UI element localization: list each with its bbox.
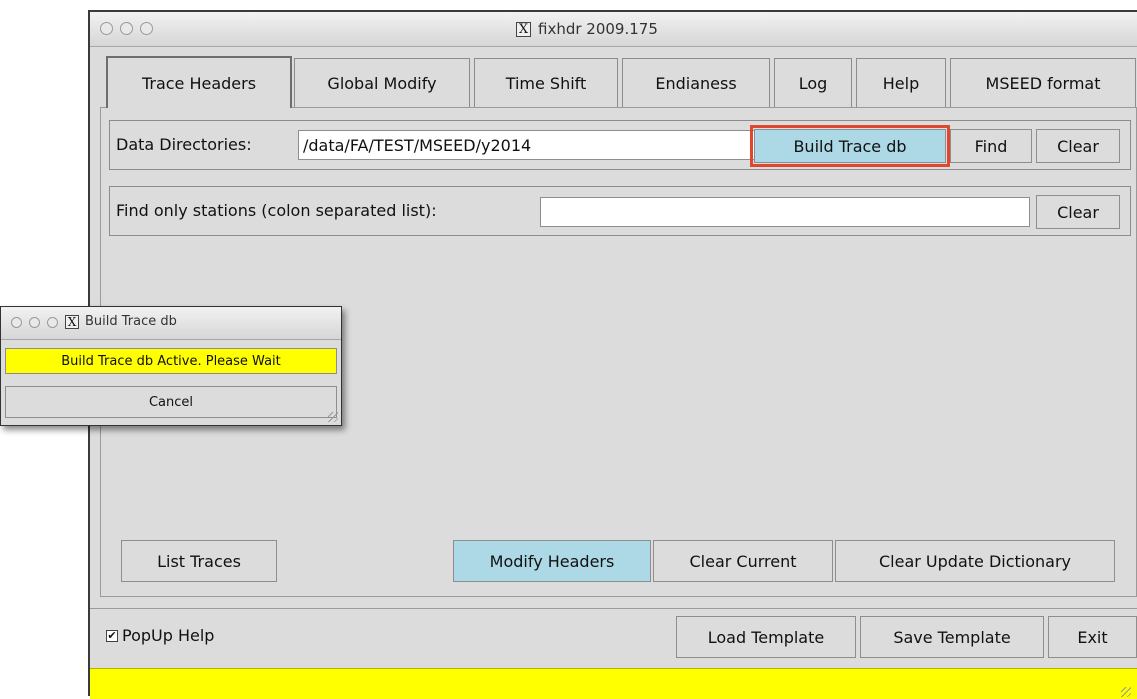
tab-label: Global Modify [327, 74, 437, 93]
dialog-minimize-button[interactable] [29, 317, 40, 328]
dialog-resize-grip-icon[interactable] [328, 412, 338, 422]
tab-endianess[interactable]: Endianess [622, 58, 770, 108]
tab-label: Endianess [655, 74, 737, 93]
minimize-window-button[interactable] [120, 22, 133, 35]
tab-label: Trace Headers [141, 73, 257, 93]
dialog-cancel-label: Cancel [148, 394, 194, 410]
clear-stations-button[interactable]: Clear [1036, 195, 1120, 229]
save-template-label: Save Template [893, 627, 1011, 647]
find-label: Find [974, 136, 1008, 156]
data-directories-input[interactable]: /data/FA/TEST/MSEED/y2014 [298, 130, 760, 160]
tab-global-modify[interactable]: Global Modify [294, 58, 470, 108]
list-traces-label: List Traces [157, 551, 241, 571]
tab-time-shift[interactable]: Time Shift [474, 58, 618, 108]
zoom-window-button[interactable] [140, 22, 153, 35]
clear-label: Clear [1057, 202, 1099, 222]
stations-row: Find only stations (colon separated list… [109, 186, 1131, 236]
dialog-title-bar: X Build Trace db [1, 307, 341, 340]
window-title: fixhdr 2009.175 [538, 20, 658, 38]
popup-help-label: PopUp Help [122, 626, 215, 645]
close-window-button[interactable] [100, 22, 113, 35]
exit-label: Exit [1077, 627, 1108, 647]
dialog-close-button[interactable] [11, 317, 22, 328]
x11-icon: X [65, 315, 79, 329]
clear-update-dictionary-button[interactable]: Clear Update Dictionary [835, 540, 1115, 582]
build-trace-db-button[interactable]: Build Trace db [754, 129, 946, 163]
tab-trace-headers[interactable]: Trace Headers [106, 56, 292, 108]
tab-label: Help [882, 74, 920, 93]
modify-headers-button[interactable]: Modify Headers [453, 540, 651, 582]
build-trace-db-dialog: X Build Trace db Build Trace db Active. … [0, 306, 342, 426]
clear-update-dictionary-label: Clear Update Dictionary [878, 551, 1072, 571]
title-bar: X fixhdr 2009.175 [90, 12, 1137, 47]
clear-label: Clear [1057, 136, 1099, 156]
tab-log[interactable]: Log [774, 58, 852, 108]
clear-current-button[interactable]: Clear Current [653, 540, 833, 582]
data-directories-row: Data Directories: /data/FA/TEST/MSEED/y2… [109, 120, 1131, 170]
data-directories-label: Data Directories: [116, 135, 252, 154]
clear-current-label: Clear Current [689, 551, 797, 571]
x11-icon: X [516, 22, 531, 37]
dialog-title: Build Trace db [85, 314, 177, 329]
tab-label: Log [798, 74, 828, 93]
load-template-button[interactable]: Load Template [676, 616, 856, 658]
stations-label: Find only stations (colon separated list… [116, 201, 437, 220]
stations-input[interactable] [540, 197, 1030, 227]
tab-help[interactable]: Help [856, 58, 946, 108]
build-trace-db-label: Build Trace db [793, 136, 907, 156]
tab-label: Time Shift [505, 74, 587, 93]
dialog-message: Build Trace db Active. Please Wait [5, 348, 337, 374]
tab-mseed-format[interactable]: MSEED format [950, 58, 1136, 108]
status-bar [90, 668, 1137, 699]
exit-button[interactable]: Exit [1048, 616, 1137, 658]
popup-help-checkbox[interactable]: ✔ [106, 629, 118, 642]
modify-headers-label: Modify Headers [489, 551, 615, 571]
dialog-cancel-button[interactable]: Cancel [5, 386, 337, 418]
footer-divider [90, 608, 1137, 609]
clear-directories-button[interactable]: Clear [1036, 129, 1120, 163]
list-traces-button[interactable]: List Traces [121, 540, 277, 582]
find-button[interactable]: Find [950, 129, 1032, 163]
popup-help-toggle[interactable]: ✔ PopUp Help [106, 626, 214, 645]
save-template-button[interactable]: Save Template [860, 616, 1044, 658]
dialog-zoom-button[interactable] [47, 317, 58, 328]
load-template-label: Load Template [707, 627, 825, 647]
tab-label: MSEED format [985, 74, 1101, 93]
